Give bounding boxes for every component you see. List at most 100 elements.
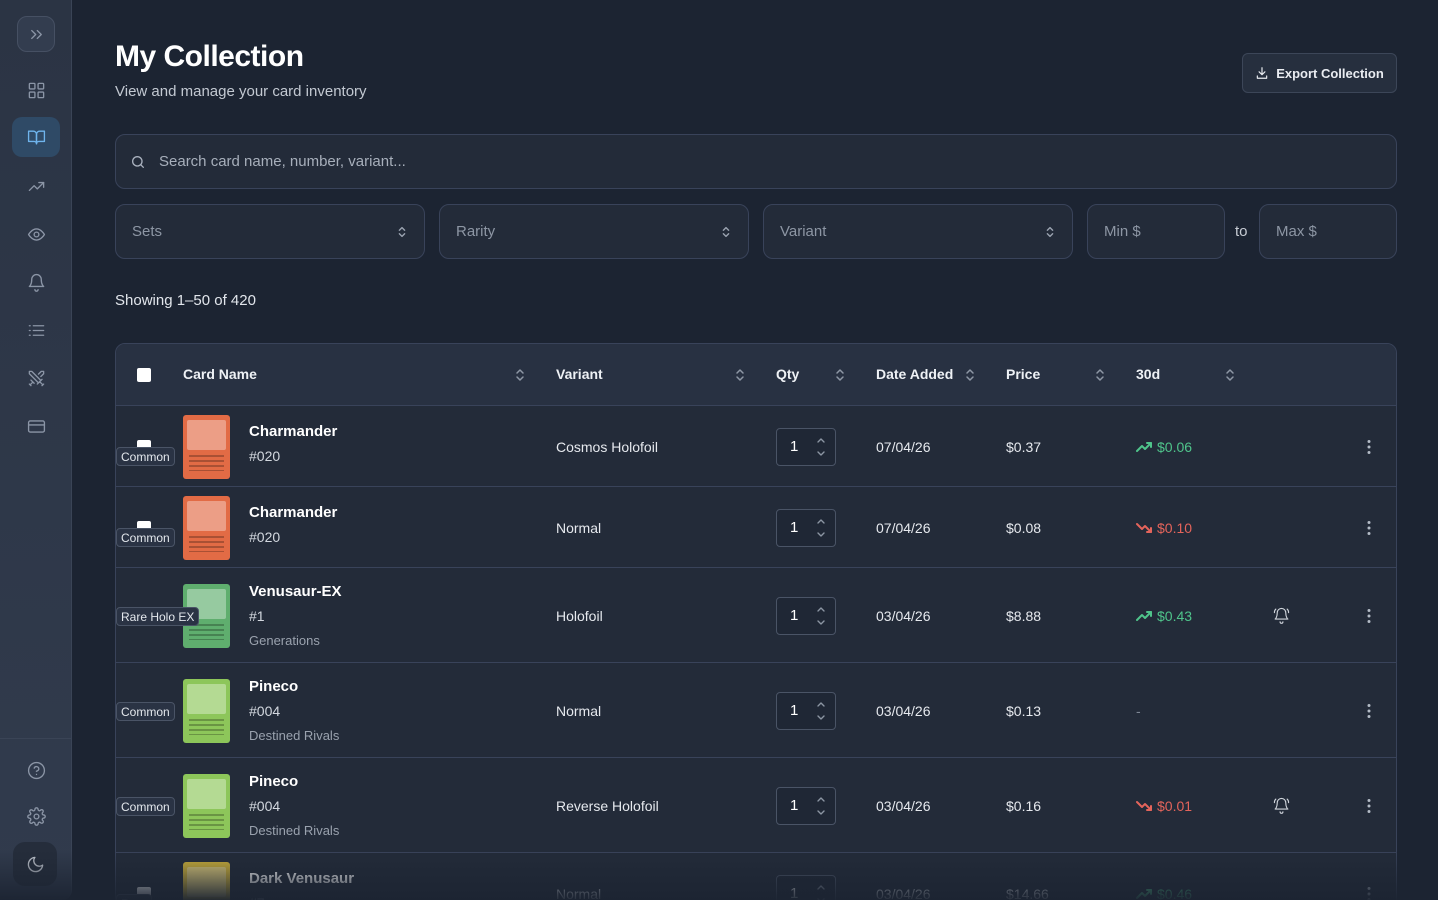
sidebar-item-settings[interactable] (12, 796, 60, 836)
select-all-checkbox[interactable] (137, 368, 151, 382)
price-alert-bell-icon[interactable] (1273, 607, 1290, 624)
max-price-input[interactable]: Max $ (1259, 204, 1397, 259)
stepper-arrows-icon[interactable] (816, 517, 826, 539)
card-name[interactable]: Charmander (249, 423, 337, 440)
sort-icon[interactable] (515, 367, 525, 383)
stepper-arrows-icon[interactable] (816, 436, 826, 458)
card-price: $0.13 (1006, 703, 1042, 719)
sidebar-item-collection[interactable] (12, 117, 60, 157)
row-more-icon[interactable] (1363, 886, 1375, 900)
card-name[interactable]: Dark Venusaur (249, 870, 354, 887)
trending-up-icon (1136, 442, 1152, 452)
price-alert-bell-icon[interactable] (1273, 797, 1290, 814)
card-thumbnail[interactable] (183, 679, 230, 743)
row-more-icon[interactable] (1363, 520, 1375, 536)
card-thumbnail[interactable] (183, 496, 230, 560)
sets-select[interactable]: Sets (115, 204, 425, 259)
quantity-stepper[interactable]: 1 (776, 597, 836, 635)
sort-icon[interactable] (735, 367, 745, 383)
download-icon (1256, 67, 1268, 79)
sort-icon[interactable] (835, 367, 845, 383)
quantity-stepper[interactable]: 1 (776, 692, 836, 730)
card-price: $14.66 (1006, 886, 1049, 900)
search-icon (132, 155, 144, 168)
card-price: $0.16 (1006, 798, 1042, 814)
row-more-icon[interactable] (1363, 703, 1375, 719)
price-change-30d: $0.46 (1136, 886, 1192, 900)
card-name[interactable]: Venusaur-EX (249, 583, 342, 600)
sidebar-item-cards[interactable] (12, 406, 60, 446)
chevrons-right-icon (30, 29, 42, 39)
table-row[interactable]: Venusaur-EX #1 Rare Holo EX Generations Holo… (116, 568, 1396, 663)
table-row[interactable]: Dark Venusaur #7 Rare Normal 1 03/04/26 $14.66… (116, 853, 1396, 900)
column-header-card-name[interactable]: Card Name (183, 366, 257, 382)
table-row[interactable]: Pineco #004 Common Destined Rivals Normal 1 03… (116, 663, 1396, 758)
sidebar-item-dashboard[interactable] (12, 70, 60, 110)
column-header-qty[interactable]: Qty (776, 366, 799, 382)
quantity-stepper[interactable]: 1 (776, 428, 836, 466)
stepper-arrows-icon[interactable] (816, 605, 826, 627)
sidebar-expand-button[interactable] (17, 16, 55, 52)
column-header-date-added[interactable]: Date Added (876, 366, 953, 382)
card-variant: Holofoil (556, 608, 603, 624)
sidebar-item-lists[interactable] (12, 310, 60, 350)
quantity-stepper[interactable]: 1 (776, 509, 836, 547)
price-change-30d: $0.10 (1136, 520, 1192, 536)
eye-icon (27, 227, 45, 241)
variant-select[interactable]: Variant (763, 204, 1073, 259)
card-number: #020 (249, 529, 281, 545)
sort-icon[interactable] (1225, 367, 1235, 383)
theme-toggle-button[interactable] (13, 842, 57, 886)
card-name[interactable]: Pineco (249, 773, 298, 790)
sidebar-item-help[interactable] (12, 750, 60, 790)
search-bar (115, 134, 1397, 189)
book-open-icon (27, 129, 45, 145)
date-added: 03/04/26 (876, 703, 931, 719)
card-number: #020 (249, 448, 281, 464)
stepper-arrows-icon[interactable] (816, 700, 826, 722)
price-range-separator: to (1235, 223, 1248, 240)
table-header: Card Name Variant Qty Date Added Price 3… (116, 344, 1396, 406)
row-more-icon[interactable] (1363, 439, 1375, 455)
rarity-badge: Common (116, 702, 175, 721)
sort-icon[interactable] (1095, 367, 1105, 383)
search-input[interactable] (159, 153, 1359, 170)
table-row[interactable]: Charmander #020 Common Cosmos Holofoil 1 07/0… (116, 406, 1396, 487)
card-thumbnail[interactable] (183, 774, 230, 838)
row-more-icon[interactable] (1363, 608, 1375, 624)
card-name[interactable]: Pineco (249, 678, 298, 695)
sidebar-item-alerts[interactable] (12, 262, 60, 302)
rarity-badge: Rare (116, 894, 153, 900)
export-collection-button[interactable]: Export Collection (1242, 53, 1397, 93)
sidebar-item-watchlist[interactable] (12, 214, 60, 254)
rarity-badge: Rare Holo EX (116, 607, 200, 626)
min-price-input[interactable]: Min $ (1087, 204, 1225, 259)
sidebar-item-trends[interactable] (12, 166, 60, 206)
card-thumbnail[interactable] (183, 415, 230, 479)
chevron-updown-icon (398, 226, 406, 237)
price-change-30d: - (1136, 703, 1141, 719)
sidebar-item-battle[interactable] (12, 358, 60, 398)
card-name[interactable]: Charmander (249, 504, 337, 521)
stepper-arrows-icon[interactable] (816, 883, 826, 900)
column-header-variant[interactable]: Variant (556, 366, 603, 382)
quantity-value: 1 (790, 607, 799, 624)
column-header-price[interactable]: Price (1006, 366, 1040, 382)
trending-up-icon (28, 181, 44, 191)
quantity-stepper[interactable]: 1 (776, 875, 836, 900)
rarity-select[interactable]: Rarity (439, 204, 749, 259)
quantity-stepper[interactable]: 1 (776, 787, 836, 825)
sort-icon[interactable] (965, 367, 975, 383)
table-row[interactable]: Pineco #004 Common Destined Rivals Reverse H… (116, 758, 1396, 853)
stepper-arrows-icon[interactable] (816, 795, 826, 817)
card-variant: Normal (556, 520, 602, 536)
card-thumbnail[interactable] (183, 862, 230, 900)
card-price: $0.37 (1006, 439, 1042, 455)
table-row[interactable]: Charmander #020 Common Normal 1 07/04/26 $0.08… (116, 487, 1396, 568)
price-change-value: $0.10 (1157, 520, 1193, 536)
column-header-30d[interactable]: 30d (1136, 366, 1160, 382)
sidebar (0, 0, 72, 900)
date-added: 03/04/26 (876, 886, 931, 900)
row-more-icon[interactable] (1363, 798, 1375, 814)
rarity-select-label: Rarity (456, 223, 496, 240)
